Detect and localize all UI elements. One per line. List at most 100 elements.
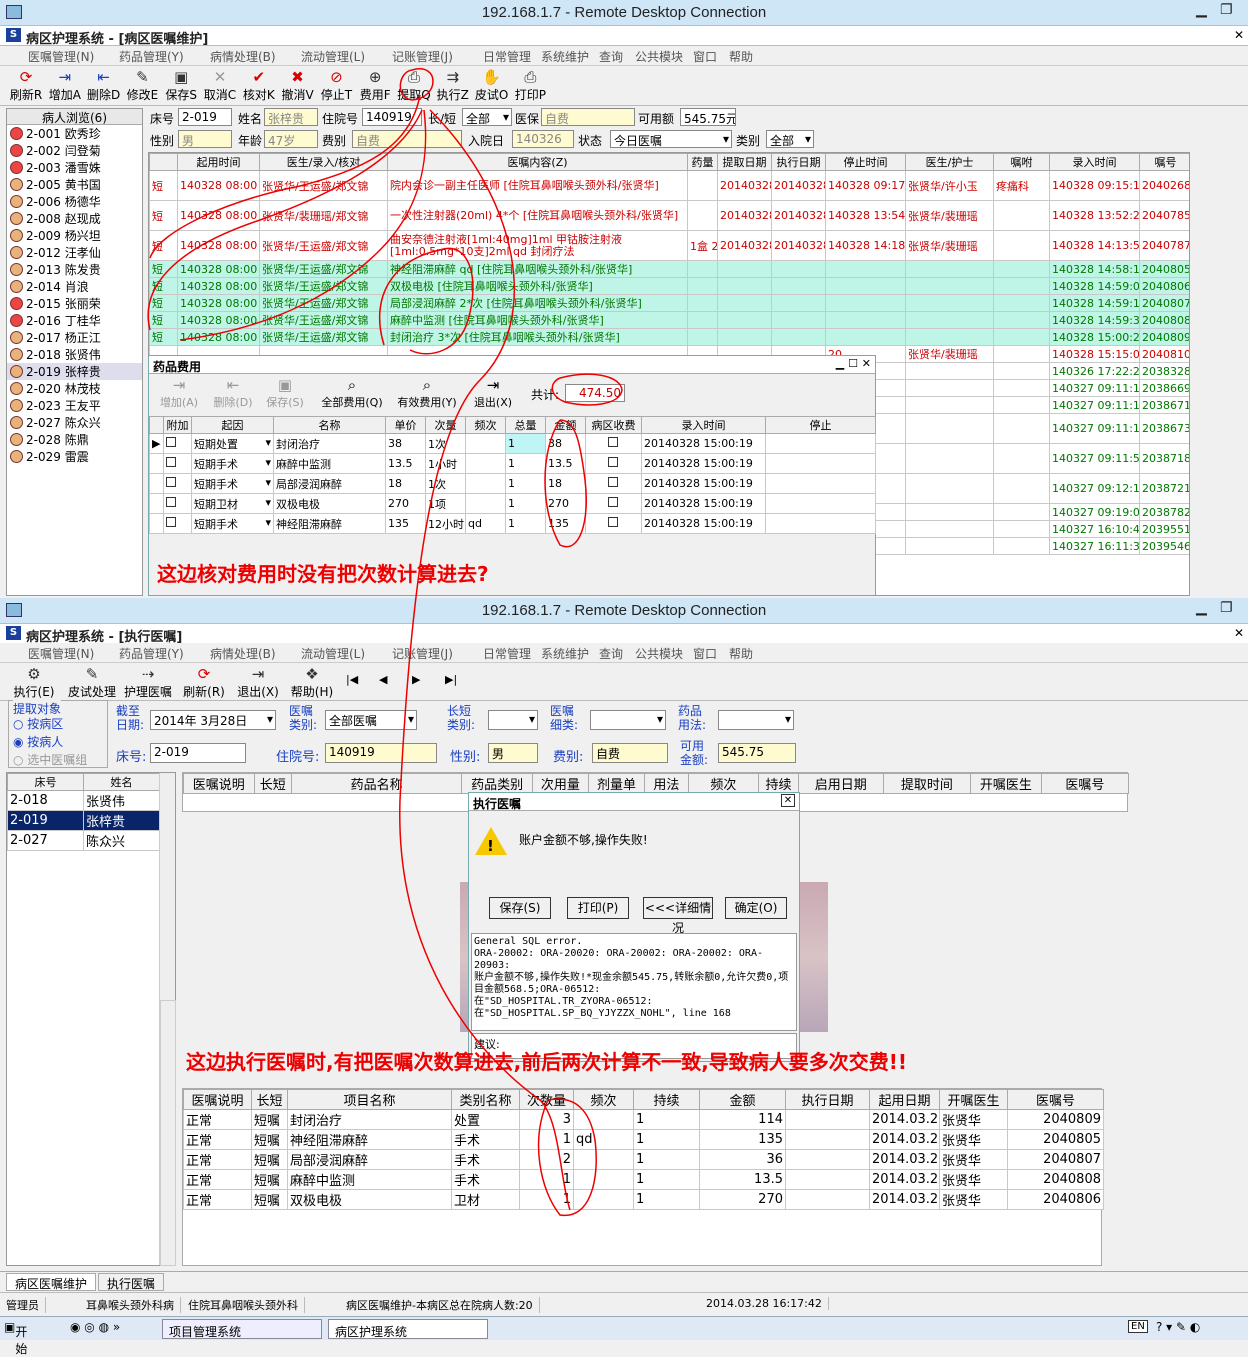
column-header[interactable] <box>149 416 164 434</box>
column-header[interactable]: 医嘱内容(Z) <box>387 153 688 171</box>
column-header[interactable]: 起用时间 <box>177 153 260 171</box>
column-header[interactable]: 频次 <box>465 416 506 434</box>
restore-icon[interactable]: ❐ <box>1220 2 1233 18</box>
column-header[interactable]: 名称 <box>273 416 386 434</box>
column-header[interactable]: 起用日期 <box>869 1089 940 1110</box>
inp-field[interactable]: 140919 <box>325 743 437 763</box>
column-header[interactable]: 医嘱号 <box>1007 1089 1104 1110</box>
sex-field[interactable]: 男 <box>178 130 232 148</box>
cls-select[interactable]: ▾ <box>590 710 666 730</box>
column-header[interactable]: 录入时间 <box>1049 153 1140 171</box>
tray-icons[interactable]: ? ▾ ✎ ◐ <box>1156 1320 1200 1334</box>
menu-item[interactable]: 流动管理(L) <box>301 48 365 65</box>
extra-checkbox[interactable] <box>163 473 192 494</box>
column-header[interactable]: 录入时间 <box>641 416 766 434</box>
menu-item[interactable]: 病情处理(B) <box>210 645 276 662</box>
order-row[interactable]: 短 140328 08:00 张贤华/王运盛/郑文锦 双极电极 [住院耳鼻咽喉头颈外科… <box>149 277 1189 295</box>
ls-select[interactable]: ▾ <box>488 710 538 730</box>
extra-checkbox[interactable] <box>163 493 192 514</box>
fee-row[interactable]: 短期手术 ▾ 局部浸润麻醉 18 1次 1 18 20140328 15:00:19 <box>149 473 876 494</box>
column-header[interactable]: 用法 <box>644 773 689 794</box>
close-icon[interactable]: ✕ <box>1234 28 1244 42</box>
fee-toolbar-button[interactable]: ⇤ 删除(D) <box>207 376 259 410</box>
menu-item[interactable]: 医嘱管理(N) <box>28 48 94 65</box>
toolbar-button[interactable]: ⇉ 执行Z <box>433 68 473 103</box>
ward-charge-checkbox[interactable] <box>585 473 642 494</box>
ward-charge-checkbox[interactable] <box>585 433 642 454</box>
toolbar-button[interactable]: ⎙ 提取Q <box>394 68 434 103</box>
toolbar-button[interactable]: ✕ 取消C <box>200 68 240 103</box>
ward-charge-checkbox[interactable] <box>585 453 642 474</box>
toolbar-button[interactable]: ⟳ 刷新(R) <box>176 665 232 700</box>
column-header[interactable]: 频次 <box>573 1089 634 1110</box>
patient-item[interactable]: 2-028 陈鼎 <box>7 431 142 448</box>
fee-row[interactable]: ▶ 短期处置 ▾ 封闭治疗 38 1次 1 38 20140328 15:00:19 <box>149 433 876 454</box>
fee-toolbar-button[interactable]: ⇥ 退出(X) <box>467 376 519 410</box>
column-header[interactable]: 执行日期 <box>771 153 826 171</box>
patient-item[interactable]: 2-009 杨兴坦 <box>7 227 142 244</box>
bed-row[interactable]: 2-018 张贤伟 <box>7 790 160 811</box>
column-header[interactable]: 嘱咐 <box>993 153 1050 171</box>
menu-item[interactable]: 药品管理(Y) <box>119 48 184 65</box>
column-header[interactable]: 金额 <box>699 1089 786 1110</box>
extra-checkbox[interactable] <box>163 513 192 534</box>
patient-item[interactable]: 2-023 王友平 <box>7 397 142 414</box>
extract-radio[interactable]: ○ 按病区 <box>13 715 63 732</box>
patient-item[interactable]: 2-015 张丽荣 <box>7 295 142 312</box>
menu-item[interactable]: 查询 <box>599 645 623 662</box>
cause-select[interactable]: 短期卫材 ▾ <box>191 493 274 514</box>
task-item-project[interactable]: 项目管理系统 <box>162 1319 322 1339</box>
quicklaunch-icons[interactable]: ◉ ◎ ◍ » <box>70 1320 120 1334</box>
task-item-nursing[interactable]: 病区护理系统 <box>328 1319 488 1339</box>
column-header[interactable]: 药品类别 <box>461 773 533 794</box>
column-header[interactable]: 执行日期 <box>785 1089 870 1110</box>
patient-item[interactable]: 2-005 黄书国 <box>7 176 142 193</box>
patient-item[interactable]: 2-013 陈发贵 <box>7 261 142 278</box>
bed-row[interactable]: 2-019 张梓贵 <box>7 810 160 831</box>
toolbar-button[interactable]: ❖ 帮助(H) <box>284 665 340 700</box>
menu-item[interactable]: 查询 <box>599 48 623 65</box>
patient-item[interactable]: 2-016 丁桂华 <box>7 312 142 329</box>
menu-item[interactable]: 公共模块 <box>635 645 683 662</box>
window-tab[interactable]: 执行医嘱 <box>98 1273 165 1291</box>
column-header[interactable]: 药量 <box>687 153 718 171</box>
column-header[interactable]: 单价 <box>385 416 426 434</box>
toolbar-button[interactable]: ✖ 撤消V <box>278 68 318 103</box>
toolbar-button[interactable]: ✎ 皮试处理 <box>64 665 120 700</box>
menu-item[interactable]: 日常管理 <box>483 645 531 662</box>
column-header[interactable]: 次量 <box>425 416 466 434</box>
patient-item[interactable]: 2-020 林茂枝 <box>7 380 142 397</box>
patient-item[interactable]: 2-008 赵现成 <box>7 210 142 227</box>
minimize-icon[interactable]: ▁ <box>1196 600 1207 616</box>
type-select[interactable]: 全部 ▾ <box>766 130 814 148</box>
patient-item[interactable]: 2-003 潘雪姝 <box>7 159 142 176</box>
menu-item[interactable]: 帮助 <box>729 48 753 65</box>
exec-item-row[interactable]: 正常 短嘱 局部浸润麻醉 手术 2 1 36 2014.03.2 张贤华 2040807 <box>183 1149 1104 1170</box>
toolbar-button[interactable]: ⇥ 增加A <box>45 68 85 103</box>
column-header[interactable]: 医生/录入/核对 <box>259 153 388 171</box>
scrollbar[interactable] <box>160 1000 176 1266</box>
order-row[interactable]: 短 140328 08:00 张贤华/王运盛/郑文锦 曲安奈德注射液[1ml:40mg… <box>149 230 1189 261</box>
fee-field[interactable]: 自费 <box>352 130 462 148</box>
state-select[interactable]: 今日医嘱 ▾ <box>610 130 732 148</box>
patient-item[interactable]: 2-027 陈众兴 <box>7 414 142 431</box>
cause-select[interactable]: 短期处置 ▾ <box>191 433 274 454</box>
use-select[interactable]: ▾ <box>718 710 794 730</box>
cause-select[interactable]: 短期手术 ▾ <box>191 473 274 494</box>
close-icon[interactable]: ✕ <box>781 794 795 807</box>
column-header[interactable]: 医嘱说明 <box>183 773 255 794</box>
window-controls-icon[interactable]: ▁ ☐ ✕ <box>836 357 871 370</box>
toolbar-button[interactable]: ⇢ 护理医嘱 <box>120 665 176 700</box>
exec-item-row[interactable]: 正常 短嘱 双极电极 卫材 1 1 270 2014.03.2 张贤华 2040806 <box>183 1189 1104 1210</box>
patient-item[interactable]: 2-002 闫登菊 <box>7 142 142 159</box>
extract-radio[interactable]: ○ 选中医嘱组 <box>13 751 87 768</box>
extra-checkbox[interactable] <box>163 453 192 474</box>
nav-button[interactable]: ▶ <box>412 673 420 686</box>
order-row[interactable]: 短 140328 08:00 张贤华/裴珊瑶/郑文锦 一次性注射器(20ml) 4*个… <box>149 200 1189 231</box>
ward-charge-checkbox[interactable] <box>585 513 642 534</box>
cause-select[interactable]: 短期手术 ▾ <box>191 513 274 534</box>
column-header[interactable]: 总量 <box>505 416 546 434</box>
fee-row[interactable]: 短期卫材 ▾ 双极电极 270 1项 1 270 20140328 15:00:19 <box>149 493 876 514</box>
fee-toolbar-button[interactable]: ⇥ 增加(A) <box>153 376 205 410</box>
column-header[interactable]: 持续 <box>633 1089 700 1110</box>
